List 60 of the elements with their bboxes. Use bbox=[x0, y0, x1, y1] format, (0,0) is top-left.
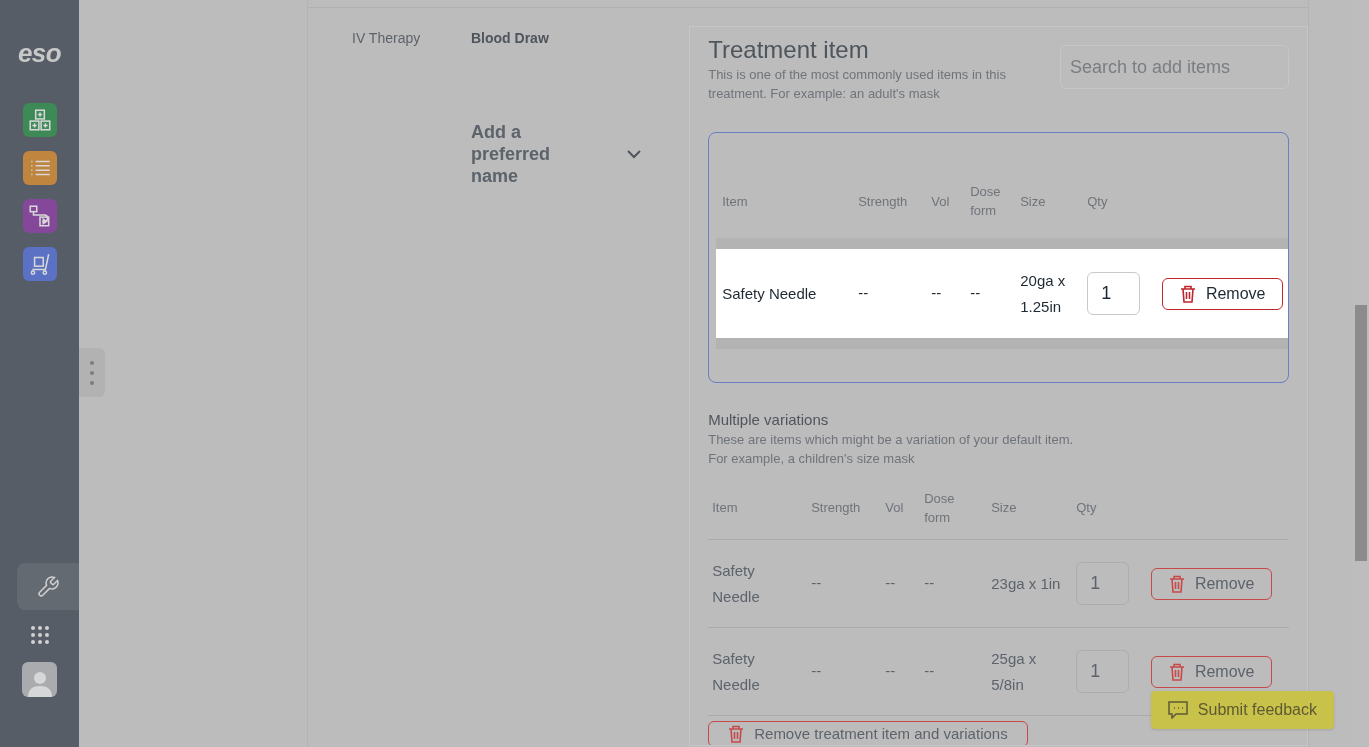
table-cell-text: Safety Needle bbox=[722, 283, 818, 304]
column-header: Dose form bbox=[924, 489, 956, 527]
category-label: IV Therapy bbox=[352, 29, 422, 48]
dots-grid-icon bbox=[29, 625, 50, 645]
trash-icon bbox=[1168, 662, 1185, 681]
trash-icon bbox=[1179, 284, 1196, 303]
remove-button[interactable]: Remove bbox=[1151, 655, 1273, 688]
table-cell-text: -- bbox=[931, 283, 943, 304]
column-header: Size bbox=[1020, 192, 1047, 211]
preferred-name-dropdown[interactable]: Add a preferred name bbox=[471, 121, 641, 187]
chevron-down-icon bbox=[627, 149, 641, 159]
search-field[interactable]: Search to add items bbox=[1060, 45, 1289, 89]
table-cell-text: 25ga x 5/8in bbox=[991, 648, 1038, 695]
app-button[interactable] bbox=[22, 103, 57, 137]
table-cell-text: 23ga x 1in bbox=[991, 573, 1062, 594]
quantity-field[interactable]: 1 bbox=[1087, 272, 1141, 315]
panel-handle[interactable] bbox=[79, 348, 105, 397]
quantity-field[interactable]: 1 bbox=[1076, 562, 1130, 605]
logo: eso bbox=[18, 40, 61, 66]
table-cell-text: -- bbox=[885, 573, 897, 594]
table-cell-text: -- bbox=[970, 283, 982, 304]
column-header: Strength bbox=[858, 192, 909, 211]
blocks-icon bbox=[26, 107, 53, 133]
section-title: Multiple variations bbox=[708, 410, 830, 430]
column-header: Item bbox=[722, 192, 749, 211]
table-cell-text: -- bbox=[811, 661, 823, 682]
table-cell-text: -- bbox=[811, 573, 823, 594]
table-cell-text: Safety Needle bbox=[712, 648, 761, 695]
table-cell-text: Safety Needle bbox=[712, 560, 761, 607]
app-button[interactable] bbox=[22, 151, 57, 185]
section-description: This is one of the most commonly used items in this treatment. For example: an adult's mask bbox=[708, 66, 1007, 103]
column-header: Vol bbox=[885, 499, 905, 517]
table-cell-text: -- bbox=[885, 661, 897, 682]
trash-icon bbox=[728, 725, 745, 743]
remove-button[interactable]: Remove bbox=[1162, 277, 1284, 310]
table-cell-text: -- bbox=[924, 573, 936, 594]
procedure-name: Blood Draw bbox=[471, 29, 550, 48]
column-header: Qty bbox=[1076, 499, 1098, 517]
app-button[interactable] bbox=[22, 247, 57, 281]
remove-button[interactable]: Remove bbox=[1151, 567, 1273, 600]
column-header: Dose form bbox=[970, 183, 1002, 220]
section-title: Treatment item bbox=[708, 35, 870, 65]
table-cell-text: -- bbox=[858, 283, 870, 304]
trash-icon bbox=[1168, 574, 1185, 593]
column-header: Size bbox=[991, 499, 1018, 517]
feedback-button[interactable]: Submit feedback bbox=[1150, 691, 1334, 729]
wrench-icon bbox=[36, 574, 60, 599]
remove-all-button[interactable]: Remove treatment item and variations bbox=[708, 721, 1028, 745]
table-cell-text: -- bbox=[924, 661, 936, 682]
chat-bubble-icon bbox=[1167, 701, 1188, 719]
table-cell-text: 20ga x 1.25in bbox=[1020, 270, 1067, 317]
vertical-dots-icon bbox=[90, 360, 94, 385]
column-header: Item bbox=[712, 499, 739, 517]
column-header: Vol bbox=[931, 192, 951, 211]
quantity-field[interactable]: 1 bbox=[1076, 650, 1130, 693]
avatar-button[interactable] bbox=[22, 662, 57, 697]
section-description: These are items which might be a variation of your default item. For example, a children's size mask bbox=[708, 431, 1075, 468]
column-header: Qty bbox=[1087, 192, 1109, 211]
tool-button[interactable] bbox=[17, 563, 79, 610]
app-button[interactable] bbox=[22, 199, 57, 233]
